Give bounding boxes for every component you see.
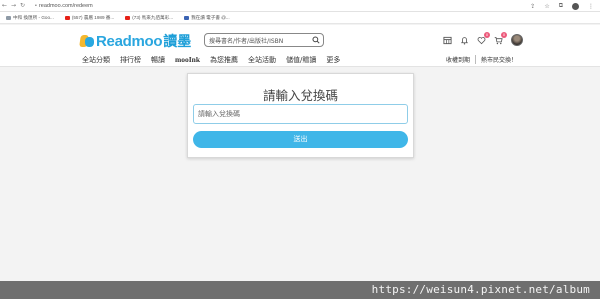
calendar-icon[interactable] [443, 36, 452, 45]
cart-icon[interactable]: 0 [494, 31, 507, 45]
redeem-code-input[interactable] [193, 104, 408, 124]
reload-icon[interactable]: ↻ [18, 2, 27, 9]
bookmark-item[interactable]: (557) 農曆 1989 番... [64, 14, 115, 21]
browser-toolbar-right: ⇪ ☆ ⧉ ⋮ [530, 2, 594, 10]
readmoo-logo[interactable]: Readmoo 讀墨 [79, 31, 192, 51]
nav-item-recommend[interactable]: 為您推薦 [210, 55, 238, 65]
redeem-card: 請輸入兌換碼 送出 [187, 73, 414, 158]
search-input[interactable]: 搜尋書名/作者/出版社/ISBN [209, 36, 309, 45]
forward-icon[interactable]: → [9, 2, 18, 9]
nav-item-topup[interactable]: 儲值/贈讀 [286, 55, 316, 65]
nav-item-categories[interactable]: 全站分類 [82, 55, 110, 65]
bookmark-label: 中和 換匯所 - Goo... [13, 14, 54, 20]
bookmark-label: (73) 馬來九佰萬彩... [132, 14, 174, 20]
nav-item-mooink[interactable]: mooInk [175, 55, 200, 65]
bookmark-favicon-icon [184, 15, 190, 20]
youtube-icon [125, 15, 131, 20]
user-avatar[interactable] [511, 34, 523, 46]
star-icon[interactable]: ☆ [544, 3, 549, 10]
lock-icon: ▪ [35, 2, 37, 9]
logo-cn-text: 讀墨 [163, 34, 192, 50]
extensions-icon[interactable]: ⧉ [559, 2, 563, 10]
bookmark-item[interactable]: (73) 馬來九佰萬彩... [125, 15, 173, 21]
nav-item-rankings[interactable]: 排行榜 [120, 55, 141, 65]
menu-icon[interactable]: ⋮ [588, 3, 594, 10]
main-nav: 全站分類 排行榜 暢讀 mooInk 為您推薦 全站活動 儲值/贈讀 更多 [82, 55, 350, 65]
url-field[interactable]: ▪ readmoo.com/redeem [35, 3, 93, 9]
header-icons: 0 0 [443, 31, 523, 46]
header-link-exchange[interactable]: 熱市民交換！ [476, 55, 522, 64]
header-link-expiry[interactable]: 收權到期 [446, 55, 477, 64]
profile-avatar[interactable] [572, 2, 579, 10]
site-header: Readmoo 讀墨 搜尋書名/作者/出版社/ISBN 0 0 全站分類 排行榜… [0, 25, 600, 67]
bookmarks-bar: 中和 換匯所 - Goo... (557) 農曆 1989 番... (73) … [0, 12, 600, 24]
browser-address-bar: ← → ↻ ▪ readmoo.com/redeem ⇪ ☆ ⧉ ⋮ [0, 0, 600, 12]
url-text: readmoo.com/redeem [38, 2, 93, 9]
nav-item-events[interactable]: 全站活動 [248, 55, 276, 65]
cart-badge: 0 [501, 31, 507, 38]
back-icon[interactable]: ← [0, 2, 9, 9]
redeem-title: 請輸入兌換碼 [262, 88, 338, 103]
bookmark-favicon-icon [6, 15, 11, 20]
bookmark-item[interactable]: 中和 換匯所 - Goo... [6, 15, 54, 21]
bookmark-label: (557) 農曆 1989 番... [71, 14, 115, 20]
submit-button[interactable]: 送出 [193, 131, 408, 148]
nav-item-more[interactable]: 更多 [326, 55, 340, 65]
watermark-bar: https://weisun4.pixnet.net/album [0, 281, 600, 299]
nav-item-subscription[interactable]: 暢讀 [151, 55, 165, 65]
logo-mark-icon [79, 34, 94, 48]
logo-text: Readmoo [96, 32, 163, 50]
share-icon[interactable]: ⇪ [530, 3, 535, 10]
youtube-icon [64, 15, 70, 20]
watermark-text: https://weisun4.pixnet.net/album [371, 283, 590, 296]
header-links: 收權到期 熱市民交換！ [446, 55, 522, 64]
bookmark-item[interactable]: 我在讀 電子書 @... [184, 15, 230, 21]
search-icon[interactable] [309, 34, 323, 46]
heart-badge: 0 [484, 31, 490, 38]
heart-icon[interactable]: 0 [477, 31, 490, 45]
search-box[interactable]: 搜尋書名/作者/出版社/ISBN [204, 33, 324, 47]
bell-icon[interactable] [460, 36, 469, 45]
bookmark-label: 我在讀 電子書 @... [191, 14, 230, 20]
